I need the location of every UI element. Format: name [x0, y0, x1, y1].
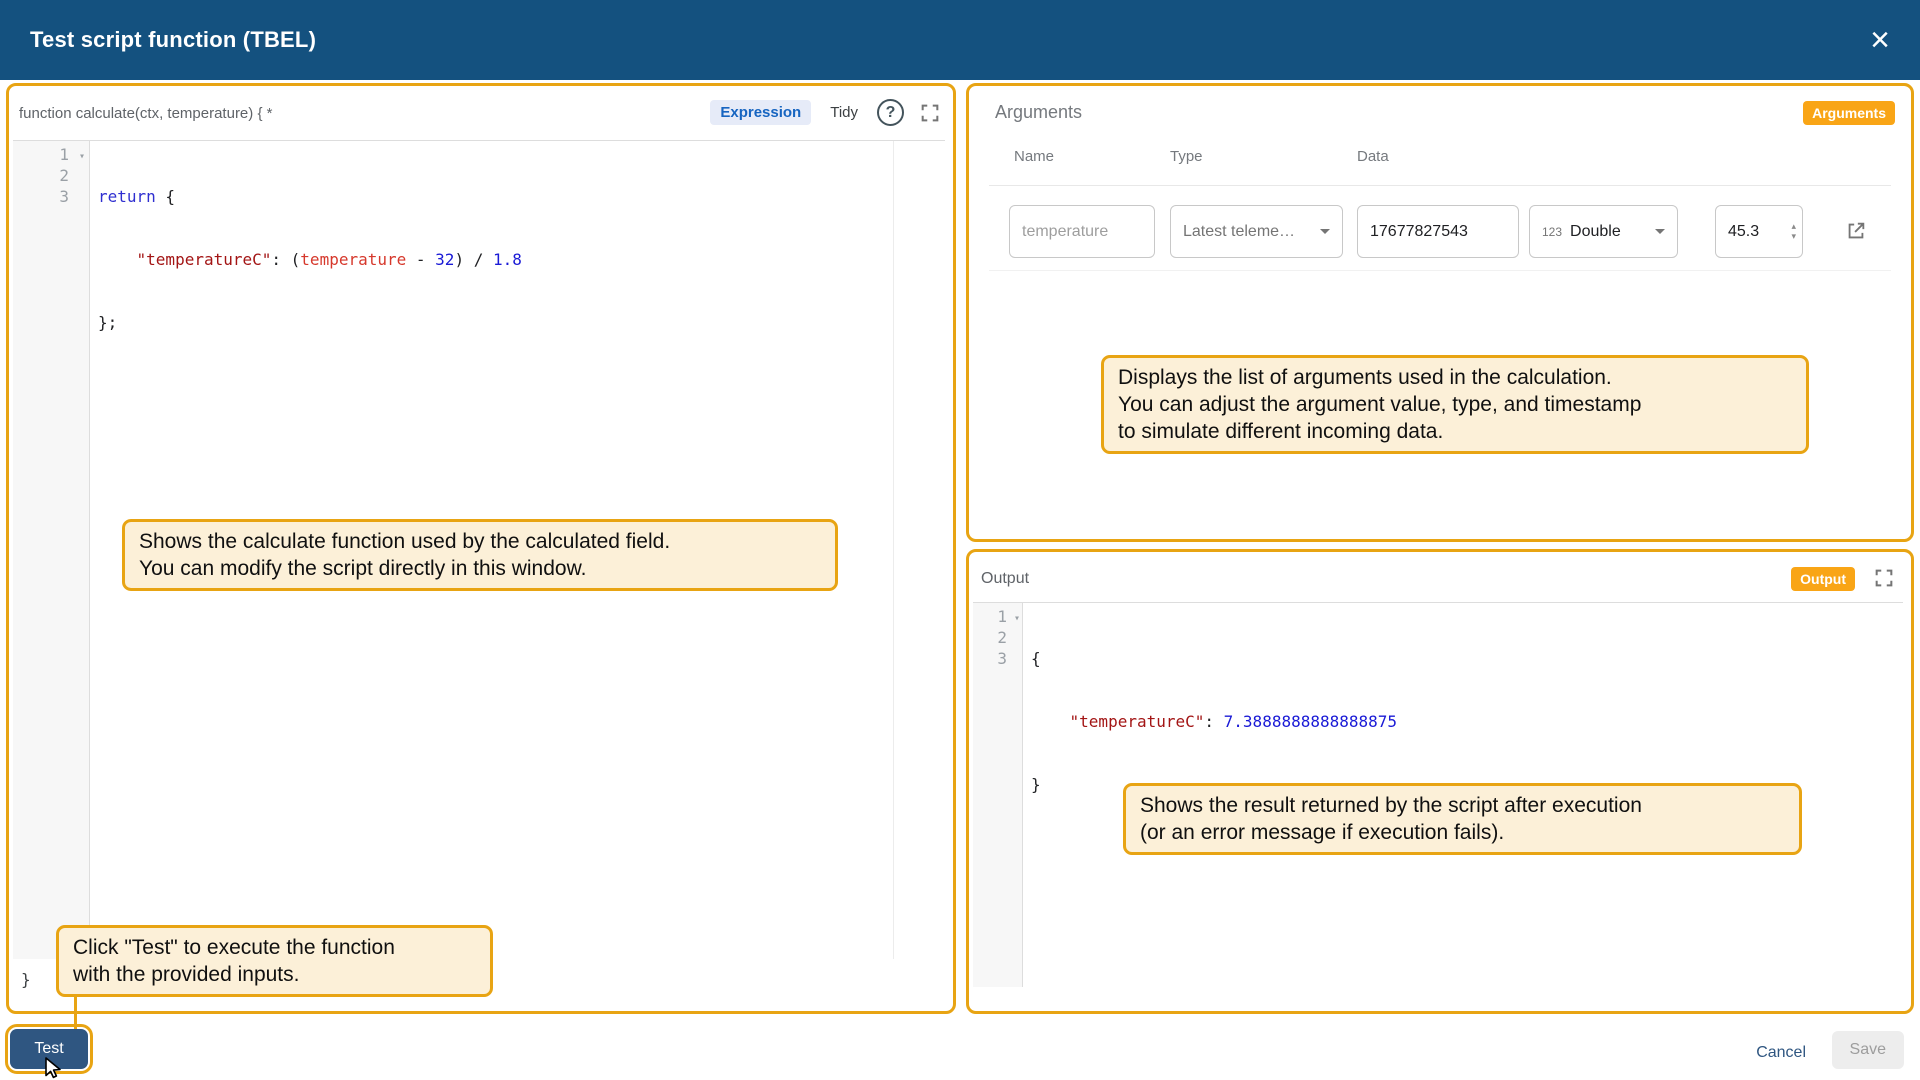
fold-marker-icon[interactable]: ▾	[79, 146, 85, 167]
dropdown-arrow-icon	[1655, 229, 1665, 234]
line-number: 3	[13, 186, 89, 207]
open-in-new-icon[interactable]	[1845, 220, 1867, 242]
save-button[interactable]: Save	[1832, 1031, 1904, 1069]
test-callout: Click "Test" to execute the function wit…	[56, 925, 493, 997]
function-signature: function calculate(ctx, temperature) { *	[19, 105, 272, 122]
argument-value-input[interactable]: ▴ ▾	[1715, 205, 1803, 258]
argument-timestamp-input[interactable]	[1357, 205, 1519, 258]
fold-marker-icon[interactable]: ▾	[1014, 608, 1020, 629]
closing-brace: }	[21, 970, 31, 989]
column-header-name: Name	[1014, 148, 1054, 165]
test-script-dialog: Test script function (TBEL) × function c…	[0, 0, 1920, 1080]
number-type-icon: 123	[1542, 225, 1562, 239]
dialog-title: Test script function (TBEL)	[30, 27, 316, 53]
output-callout: Shows the result returned by the script …	[1123, 783, 1802, 855]
column-header-data: Data	[1357, 148, 1389, 165]
column-header-type: Type	[1170, 148, 1203, 165]
dropdown-arrow-icon	[1320, 229, 1330, 234]
code-line: "temperatureC": 7.3888888888888875	[1031, 711, 1903, 732]
line-number: 2	[13, 165, 89, 186]
output-title: Output	[981, 570, 1029, 588]
stepper-up-icon[interactable]: ▴	[1791, 223, 1796, 230]
argument-name-input[interactable]	[1009, 205, 1155, 258]
code-line: return {	[98, 186, 945, 207]
output-chip: Output	[1791, 567, 1855, 591]
expression-chip: Expression	[710, 100, 811, 125]
close-button[interactable]: ×	[1864, 23, 1896, 57]
table-header-divider	[989, 185, 1891, 186]
arguments-title: Arguments	[995, 102, 1082, 123]
argument-type-select[interactable]: Latest teleme…	[1170, 205, 1343, 258]
close-icon: ×	[1870, 21, 1890, 59]
editor-toolbar: Expression Tidy ?	[710, 99, 941, 126]
help-icon[interactable]: ?	[877, 99, 904, 126]
line-number: 1 ▾	[973, 606, 1022, 627]
value-type-select[interactable]: 123 Double	[1529, 205, 1678, 258]
output-panel: Output Output 1 ▾ 2 3 { "temperatureC": …	[966, 549, 1914, 1014]
tidy-button[interactable]: Tidy	[826, 102, 862, 123]
editor-callout: Shows the calculate function used by the…	[122, 519, 838, 591]
value-stepper[interactable]: ▴ ▾	[1791, 223, 1796, 240]
fullscreen-icon[interactable]	[1873, 567, 1895, 589]
callout-connector	[74, 995, 77, 1029]
stepper-down-icon[interactable]: ▾	[1791, 233, 1796, 240]
line-number-gutter: 1 ▾ 2 3	[973, 603, 1023, 987]
line-number-gutter: 1 ▾ 2 3	[13, 141, 90, 959]
code-line: {	[1031, 648, 1903, 669]
code-line: };	[98, 312, 945, 333]
arguments-panel: Arguments Arguments Name Type Data Lates…	[966, 83, 1914, 542]
arguments-callout: Displays the list of arguments used in t…	[1101, 355, 1809, 454]
line-number: 1 ▾	[13, 144, 89, 165]
line-number: 3	[973, 648, 1022, 669]
test-button[interactable]: Test	[10, 1029, 88, 1069]
arguments-chip: Arguments	[1803, 101, 1895, 125]
script-editor-panel: function calculate(ctx, temperature) { *…	[6, 83, 956, 1014]
code-line: "temperatureC": (temperature - 32) / 1.8	[98, 249, 945, 270]
row-divider	[989, 270, 1891, 271]
column-ruler	[893, 141, 894, 959]
cancel-button[interactable]: Cancel	[1746, 1038, 1816, 1068]
line-number: 2	[973, 627, 1022, 648]
dialog-header: Test script function (TBEL) ×	[0, 0, 1920, 80]
fullscreen-icon[interactable]	[919, 102, 941, 124]
